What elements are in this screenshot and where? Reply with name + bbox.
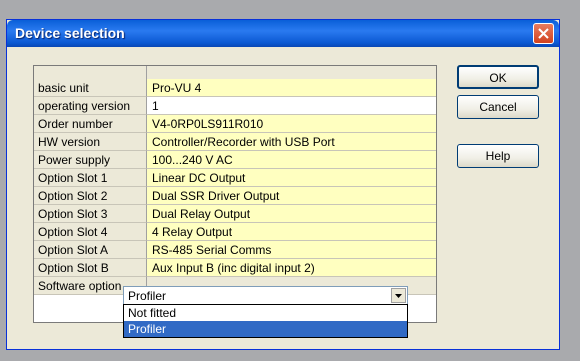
table-row: Option Slot 2 Dual SSR Driver Output bbox=[34, 187, 436, 205]
row-label: Option Slot 2 bbox=[34, 187, 147, 205]
row-value[interactable]: 100...240 V AC bbox=[147, 151, 436, 169]
table-row: HW version Controller/Recorder with USB … bbox=[34, 133, 436, 151]
table-row: Option Slot 3 Dual Relay Output bbox=[34, 205, 436, 223]
device-selection-dialog: Device selection basic unit Pro-VU 4 ope… bbox=[6, 19, 560, 350]
software-option-selected: Profiler bbox=[128, 289, 167, 303]
property-grid: basic unit Pro-VU 4 operating version 1 … bbox=[33, 65, 437, 323]
row-label: Option Slot A bbox=[34, 241, 147, 259]
row-value[interactable]: V4-0RP0LS911R010 bbox=[147, 115, 436, 133]
row-value[interactable]: Pro-VU 4 bbox=[147, 79, 436, 97]
row-label: Option Slot B bbox=[34, 259, 147, 277]
help-button[interactable]: Help bbox=[457, 144, 539, 168]
chevron-down-icon bbox=[395, 294, 402, 298]
ok-button[interactable]: OK bbox=[457, 65, 539, 89]
operating-version-input[interactable]: 1 bbox=[147, 97, 436, 115]
row-label: basic unit bbox=[34, 79, 147, 97]
row-value[interactable]: Linear DC Output bbox=[147, 169, 436, 187]
table-row: Option Slot B Aux Input B (inc digital i… bbox=[34, 259, 436, 277]
row-label: HW version bbox=[34, 133, 147, 151]
table-row: Option Slot 1 Linear DC Output bbox=[34, 169, 436, 187]
row-value[interactable]: Aux Input B (inc digital input 2) bbox=[147, 259, 436, 277]
close-icon bbox=[538, 28, 549, 39]
dropdown-option-profiler[interactable]: Profiler bbox=[124, 321, 407, 337]
row-value[interactable]: Dual Relay Output bbox=[147, 205, 436, 223]
cancel-button[interactable]: Cancel bbox=[457, 95, 539, 119]
close-button[interactable] bbox=[533, 23, 554, 44]
row-value[interactable]: Controller/Recorder with USB Port bbox=[147, 133, 436, 151]
dropdown-button[interactable] bbox=[391, 288, 406, 303]
grid-header-label-col bbox=[34, 66, 147, 79]
row-label: Option Slot 3 bbox=[34, 205, 147, 223]
table-row: basic unit Pro-VU 4 bbox=[34, 79, 436, 97]
row-label: Option Slot 1 bbox=[34, 169, 147, 187]
row-value[interactable]: 4 Relay Output bbox=[147, 223, 436, 241]
table-row: Order number V4-0RP0LS911R010 bbox=[34, 115, 436, 133]
table-row: operating version 1 bbox=[34, 97, 436, 115]
dropdown-option-not-fitted[interactable]: Not fitted bbox=[124, 305, 407, 321]
row-value[interactable]: RS-485 Serial Comms bbox=[147, 241, 436, 259]
row-value[interactable]: Dual SSR Driver Output bbox=[147, 187, 436, 205]
grid-header bbox=[34, 66, 436, 80]
table-row: Option Slot A RS-485 Serial Comms bbox=[34, 241, 436, 259]
row-label: operating version bbox=[34, 97, 147, 115]
row-label: Power supply bbox=[34, 151, 147, 169]
dialog-title: Device selection bbox=[15, 25, 125, 41]
table-row: Power supply 100...240 V AC bbox=[34, 151, 436, 169]
row-label: Order number bbox=[34, 115, 147, 133]
software-option-select[interactable]: Profiler bbox=[123, 286, 408, 305]
title-bar[interactable]: Device selection bbox=[7, 20, 559, 47]
table-row: Option Slot 4 4 Relay Output bbox=[34, 223, 436, 241]
row-label: Option Slot 4 bbox=[34, 223, 147, 241]
software-option-dropdown-list: Not fitted Profiler bbox=[123, 304, 408, 338]
